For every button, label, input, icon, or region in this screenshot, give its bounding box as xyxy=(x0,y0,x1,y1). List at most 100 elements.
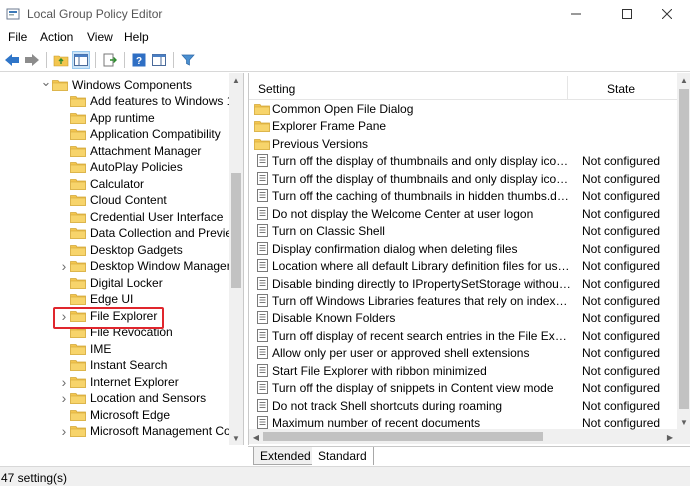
forward-button[interactable] xyxy=(23,51,41,69)
setting-row[interactable]: Turn off Windows Libraries features that… xyxy=(249,292,677,310)
expanded-chevron-icon[interactable]: ⌄ xyxy=(40,73,52,90)
setting-row[interactable]: Do not display the Welcome Center at use… xyxy=(249,205,677,223)
setting-row[interactable]: Disable Known Folders Not configured xyxy=(249,309,677,327)
list-vertical-scrollbar[interactable]: ▲ ▼ xyxy=(677,73,690,429)
setting-row[interactable]: Location where all default Library defin… xyxy=(249,257,677,275)
setting-row[interactable]: Turn off display of recent search entrie… xyxy=(249,327,677,345)
setting-row[interactable]: Turn on Classic Shell Not configured xyxy=(249,222,677,240)
list-scroll-thumb[interactable] xyxy=(679,89,689,409)
folder-icon xyxy=(70,161,86,173)
tree-item-label: Microsoft Management Cor xyxy=(90,424,235,438)
setting-name: Turn on Classic Shell xyxy=(272,224,385,239)
setting-name: Turn off Windows Libraries features that… xyxy=(272,293,572,308)
folder-icon xyxy=(70,409,86,421)
help-button[interactable]: ? xyxy=(130,51,148,69)
subfolder-row[interactable]: Explorer Frame Pane xyxy=(249,117,677,135)
subfolder-row[interactable]: Common Open File Dialog xyxy=(249,100,677,118)
scroll-right-icon[interactable]: ▶ xyxy=(663,430,677,444)
tree-item[interactable]: Cloud Content xyxy=(58,192,167,209)
tree-item[interactable]: AutoPlay Policies xyxy=(58,159,183,176)
tree-scroll-thumb[interactable] xyxy=(231,173,241,288)
show-hide-action-pane-button[interactable] xyxy=(150,51,168,69)
policy-setting-icon xyxy=(256,346,269,360)
menu-file[interactable]: File xyxy=(8,30,27,44)
back-button[interactable] xyxy=(3,51,21,69)
setting-row[interactable]: Turn off the caching of thumbnails in hi… xyxy=(249,187,677,205)
menu-action[interactable]: Action xyxy=(40,30,73,44)
status-bar: 47 setting(s) xyxy=(0,466,690,486)
menu-view[interactable]: View xyxy=(87,30,113,44)
minimize-button[interactable] xyxy=(553,0,599,28)
window-title: Local Group Policy Editor xyxy=(27,7,163,21)
tree-item[interactable]: Digital Locker xyxy=(58,274,163,291)
policy-setting-icon xyxy=(256,206,269,220)
scroll-left-icon[interactable]: ◀ xyxy=(249,430,263,444)
forward-arrow-icon xyxy=(25,54,39,66)
tree-item[interactable]: IME xyxy=(58,340,111,357)
tree-item[interactable]: › Location and Sensors xyxy=(58,390,206,407)
scroll-down-icon[interactable]: ▼ xyxy=(677,415,690,429)
scroll-up-icon[interactable]: ▲ xyxy=(677,73,690,87)
subfolder-row[interactable]: Previous Versions xyxy=(249,135,677,153)
tab-standard[interactable]: Standard xyxy=(312,447,374,465)
collapsed-chevron-icon[interactable]: › xyxy=(58,423,70,440)
tree-item[interactable]: ⌄ Windows Components xyxy=(40,73,193,93)
close-button[interactable] xyxy=(644,0,690,28)
tree-item[interactable]: › Microsoft Management Cor xyxy=(58,423,235,440)
setting-row[interactable]: Maximum number of recent documents Not co… xyxy=(249,414,677,432)
tree-item-label: Internet Explorer xyxy=(90,374,179,389)
no-expander xyxy=(58,192,70,209)
svg-text:?: ? xyxy=(136,56,142,67)
column-header-setting[interactable]: Setting xyxy=(258,82,295,96)
tree-item[interactable]: Microsoft Edge xyxy=(58,406,170,423)
setting-row[interactable]: Turn off the display of thumbnails and o… xyxy=(249,170,677,188)
setting-row[interactable]: Turn off the display of thumbnails and o… xyxy=(249,152,677,170)
tree-item[interactable]: Desktop Gadgets xyxy=(58,241,183,258)
setting-row[interactable]: Allow only per user or approved shell ex… xyxy=(249,344,677,362)
tree-item-label: IME xyxy=(90,341,112,356)
tree-vertical-scrollbar[interactable]: ▲ ▼ xyxy=(229,73,243,445)
setting-name: Allow only per user or approved shell ex… xyxy=(272,346,530,361)
tree-item[interactable]: Application Compatibility xyxy=(58,126,221,143)
scroll-up-icon[interactable]: ▲ xyxy=(229,73,243,87)
setting-name: Disable Known Folders xyxy=(272,311,396,326)
no-expander xyxy=(58,340,70,357)
setting-row[interactable]: Display confirmation dialog when deletin… xyxy=(249,240,677,258)
column-divider[interactable] xyxy=(567,76,568,100)
tree-item[interactable]: Instant Search xyxy=(58,357,167,374)
show-hide-console-tree-button[interactable] xyxy=(72,51,90,69)
up-one-level-button[interactable] xyxy=(52,51,70,69)
setting-state: Not configured xyxy=(582,154,661,169)
toolbar-separator xyxy=(46,52,47,68)
tree-item[interactable]: Data Collection and Preview xyxy=(58,225,241,242)
setting-name: Turn off the caching of thumbnails in hi… xyxy=(272,189,572,204)
collapsed-chevron-icon[interactable]: › xyxy=(58,258,70,275)
setting-state: Not configured xyxy=(582,328,661,343)
tree-item[interactable]: Calculator xyxy=(58,175,144,192)
tree-item[interactable]: Add features to Windows 10 xyxy=(58,93,240,110)
view-tabs: Extended Standard xyxy=(248,446,690,465)
console-tree: ⌄ Windows Components Add features to Windo… xyxy=(0,73,244,445)
export-list-button[interactable] xyxy=(101,51,119,69)
menu-help[interactable]: Help xyxy=(124,30,149,44)
tree-item[interactable]: › Internet Explorer xyxy=(58,373,179,390)
tree-item[interactable]: Attachment Manager xyxy=(58,142,201,159)
group-policy-app-icon xyxy=(6,8,20,20)
setting-row[interactable]: Disable binding directly to IPropertySet… xyxy=(249,275,677,293)
filter-button[interactable] xyxy=(179,51,197,69)
setting-name: Common Open File Dialog xyxy=(272,102,414,116)
tree-item[interactable]: App runtime xyxy=(58,109,155,126)
setting-row[interactable]: Turn off the display of snippets in Cont… xyxy=(249,379,677,397)
column-header-state[interactable]: State xyxy=(607,82,635,96)
tree-item[interactable]: Edge UI xyxy=(58,291,133,308)
setting-row[interactable]: Do not track Shell shortcuts during roam… xyxy=(249,397,677,415)
collapsed-chevron-icon[interactable]: › xyxy=(58,390,70,407)
tree-item[interactable]: › Desktop Window Manager xyxy=(58,258,231,275)
tab-extended[interactable]: Extended xyxy=(253,447,318,465)
no-expander xyxy=(58,241,70,258)
setting-row[interactable]: Start File Explorer with ribbon minimize… xyxy=(249,362,677,380)
collapsed-chevron-icon[interactable]: › xyxy=(58,373,70,390)
tree-item[interactable]: Credential User Interface xyxy=(58,208,223,225)
scroll-down-icon[interactable]: ▼ xyxy=(229,431,243,445)
list-hscroll-thumb[interactable] xyxy=(263,432,543,441)
